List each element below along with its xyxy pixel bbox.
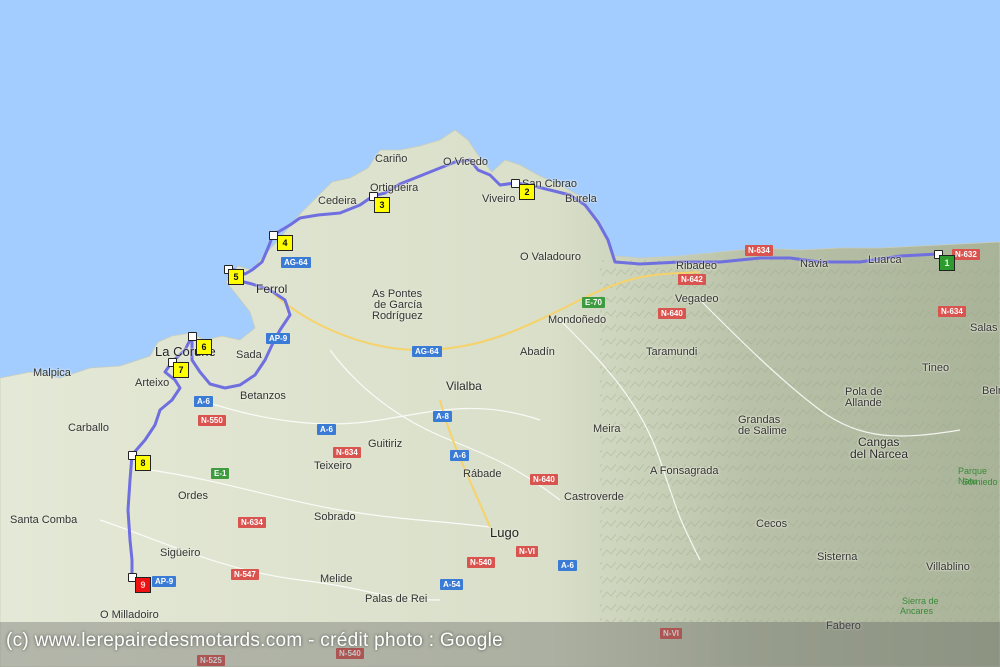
place-label: Rábade	[463, 468, 502, 480]
place-label: Carballo	[68, 422, 109, 434]
road-shield: A-6	[317, 424, 336, 435]
place-label: Villablino	[926, 561, 970, 573]
road-shield: AG-64	[412, 346, 442, 357]
road-shield: A-54	[440, 579, 464, 590]
place-label: Navia	[800, 258, 829, 270]
place-label: Malpica	[33, 367, 71, 379]
route-marker[interactable]: 8	[135, 455, 151, 471]
road-shield: N-640	[658, 308, 686, 319]
place-label: Castroverde	[564, 491, 624, 503]
place-label: del Narcea	[850, 447, 909, 461]
place-label: Belm	[982, 385, 1000, 397]
road-shield: N-642	[678, 274, 706, 285]
place-label: Melide	[320, 573, 353, 585]
place-label: Sigüeiro	[160, 547, 201, 559]
route-marker[interactable]: 3	[374, 197, 390, 213]
road-shield: AP-9	[266, 333, 291, 344]
map-canvas[interactable]	[0, 0, 1000, 667]
place-label: O Milladoiro	[100, 609, 159, 621]
road-shield: A-8	[433, 411, 452, 422]
place-label: Abadín	[520, 346, 555, 358]
place-label: Ribadeo	[676, 260, 717, 272]
road-shield: A-6	[194, 396, 213, 407]
place-label: Cariño	[375, 153, 408, 165]
route-marker[interactable]: 9	[135, 577, 151, 593]
road-shield: N-640	[530, 474, 558, 485]
place-label: Guitiriz	[368, 438, 403, 450]
road-shield: N-VI	[516, 546, 538, 557]
route-marker[interactable]: 7	[173, 362, 189, 378]
place-label: Tineo	[922, 362, 950, 374]
place-label: Lugo	[490, 525, 519, 540]
route-marker[interactable]: 1	[939, 255, 955, 271]
place-label: Ferrol	[256, 282, 288, 296]
place-label: A Fonsagrada	[650, 465, 719, 477]
road-shield: AP-9	[152, 576, 177, 587]
place-label: Teixeiro	[314, 460, 352, 472]
place-label: Allande	[845, 397, 882, 409]
place-label: Taramundi	[646, 346, 698, 358]
road-shield: N-550	[198, 415, 226, 426]
place-label: Viveiro	[482, 193, 516, 205]
route-marker[interactable]: 5	[228, 269, 244, 285]
place-label: Vegadeo	[675, 293, 719, 305]
road-shield: A-6	[558, 560, 577, 571]
road-shield: N-540	[467, 557, 495, 568]
place-label: Vilalba	[446, 379, 482, 393]
place-label: Luarca	[868, 254, 902, 266]
place-label: O Valadouro	[520, 251, 581, 263]
credit-text: (c) www.lerepairedesmotards.com - crédit…	[6, 630, 503, 651]
place-label: Palas de Rei	[365, 593, 428, 605]
place-label: Arteixo	[135, 377, 170, 389]
road-shield: E-70	[582, 297, 605, 308]
road-shield: N-632	[952, 249, 980, 260]
road-shield: E-1	[211, 468, 230, 479]
route-marker[interactable]: 6	[196, 339, 212, 355]
place-label: O Vicedo	[443, 156, 489, 168]
place-label: Cedeira	[318, 195, 357, 207]
road-shield: N-634	[745, 245, 773, 256]
place-label: Ordes	[178, 490, 208, 502]
place-label: de Salime	[738, 425, 787, 437]
route-marker[interactable]: 2	[519, 184, 535, 200]
road-shield: AG-64	[281, 257, 311, 268]
place-label: Sada	[236, 349, 262, 361]
park-label: Ancares	[900, 606, 934, 616]
park-label: Sierra de	[902, 596, 939, 606]
route-marker[interactable]: 4	[277, 235, 293, 251]
place-label: Sobrado	[314, 511, 356, 523]
place-label: Salas	[970, 322, 998, 334]
place-label: Santa Comba	[10, 514, 78, 526]
park-label: Somiedo	[962, 477, 998, 487]
credit-bar: (c) www.lerepairedesmotards.com - crédit…	[0, 622, 1000, 667]
road-shield: A-6	[450, 450, 469, 461]
place-label: Meira	[593, 423, 621, 435]
place-label: Sisterna	[817, 551, 858, 563]
road-shield: N-634	[333, 447, 361, 458]
road-shield: N-634	[938, 306, 966, 317]
place-label: Cecos	[756, 518, 788, 530]
place-label: Burela	[565, 193, 597, 205]
road-shield: N-547	[231, 569, 259, 580]
place-label: Betanzos	[240, 390, 286, 402]
road-shield: N-634	[238, 517, 266, 528]
place-label: Mondoñedo	[548, 314, 607, 326]
place-label: Rodríguez	[372, 310, 423, 322]
